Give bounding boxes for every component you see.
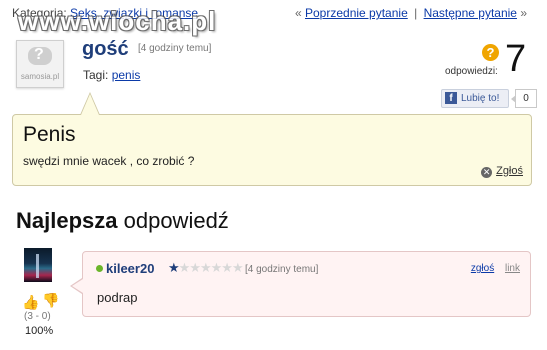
answer-pointer-fill: [72, 279, 83, 293]
answer-actions: zgłoś link: [471, 263, 520, 274]
avatar-brand: samosia.pl: [20, 72, 60, 81]
online-status-icon: [96, 265, 103, 272]
answer-box: kileer20 ★★★★★★★ [4 godziny temu] zgłoś …: [82, 251, 531, 317]
answers-count: 7: [505, 38, 527, 80]
tags-row: Tagi: penis: [83, 68, 140, 82]
star-icon: ★: [189, 260, 201, 275]
nav-separator: |: [414, 6, 418, 20]
best-heading-rest: odpowiedź: [117, 208, 229, 233]
question-mark-icon: ?: [34, 46, 44, 63]
question-pointer-fill: [81, 94, 99, 115]
report-answer-link[interactable]: zgłoś: [471, 263, 494, 274]
answers-question-icon: ?: [482, 44, 499, 61]
question-body: swędzi mnie wacek , co zrobić ?: [23, 154, 195, 168]
star-icon: ★: [199, 260, 212, 275]
rating-stars: ★★★★★★★: [168, 260, 244, 276]
prev-question-link[interactable]: Poprzednie pytanie: [305, 6, 408, 20]
star-icon: ★: [231, 260, 244, 275]
report-question-button[interactable]: ✕ Zgłoś: [481, 165, 523, 178]
question-title: Penis: [23, 123, 76, 146]
prev-arrow: «: [294, 6, 302, 20]
report-label: Zgłoś: [496, 165, 523, 177]
answer-author[interactable]: kileer20: [106, 261, 154, 276]
tags-label: Tagi:: [83, 68, 109, 82]
facebook-like-button[interactable]: f Lubię to!: [441, 89, 509, 108]
facebook-icon: f: [445, 92, 457, 104]
best-answer-heading: Najlepsza odpowiedź: [16, 208, 229, 234]
answer-link[interactable]: link: [505, 263, 520, 274]
question-nav: « Poprzednie pytanie | Następne pytanie …: [295, 6, 527, 20]
like-count: 0: [511, 89, 537, 108]
vote-percent: 100%: [25, 325, 54, 337]
star-icon: ★: [178, 260, 191, 275]
star-icon: ★: [210, 260, 223, 275]
answerer-avatar[interactable]: [24, 248, 52, 282]
question-author: gość: [82, 38, 129, 60]
next-question-link[interactable]: Następne pytanie: [424, 6, 517, 20]
tag-link[interactable]: penis: [112, 68, 141, 82]
answer-time: [4 godziny temu]: [245, 264, 319, 275]
vote-counts: (3 - 0): [24, 311, 51, 322]
star-icon: ★: [168, 260, 180, 275]
best-heading-bold: Najlepsza: [16, 208, 118, 233]
question-time: [4 godziny temu]: [138, 43, 212, 54]
answers-label: odpowiedzi:: [445, 66, 498, 77]
site-watermark: www.wiocha.pl: [18, 6, 217, 36]
question-box: Penis swędzi mnie wacek , co zrobić ? ✕ Z…: [12, 114, 532, 186]
thumbs-down-icon[interactable]: 👎: [42, 292, 59, 309]
like-label: Lubię to!: [461, 93, 500, 104]
close-icon: ✕: [481, 167, 493, 178]
thumbs-up-icon[interactable]: 👍: [22, 294, 39, 311]
star-icon: ★: [221, 260, 233, 275]
asker-avatar[interactable]: ? samosia.pl: [16, 40, 64, 88]
answer-body: podrap: [97, 290, 138, 305]
next-arrow: »: [520, 6, 527, 20]
